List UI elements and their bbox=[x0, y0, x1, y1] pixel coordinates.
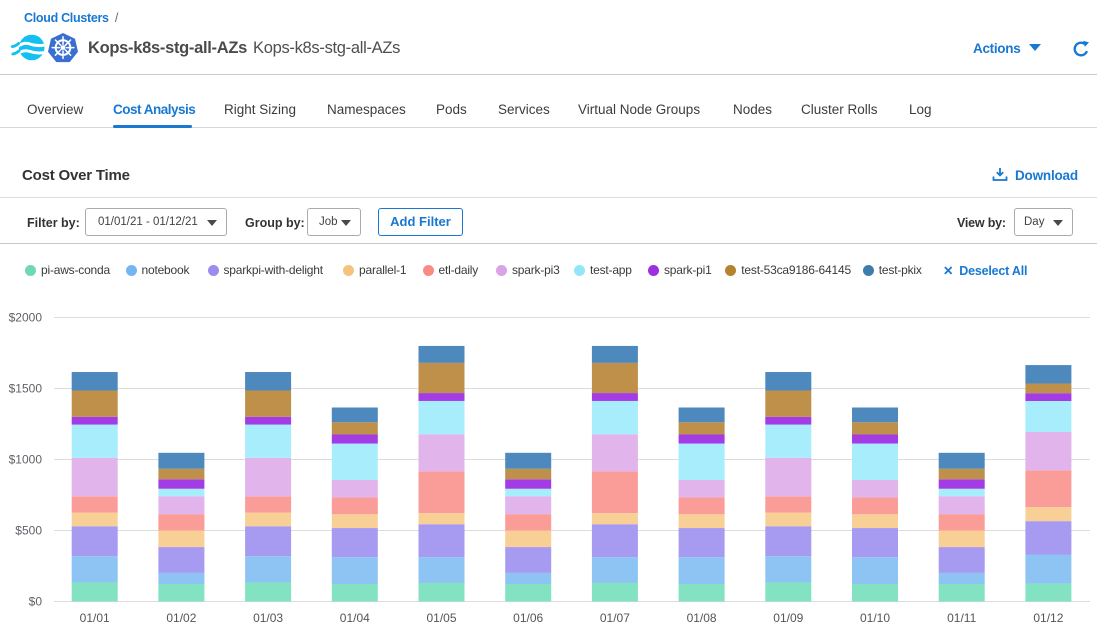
svg-text:01/10: 01/10 bbox=[860, 611, 890, 625]
svg-text:01/03: 01/03 bbox=[253, 611, 283, 625]
svg-text:01/08: 01/08 bbox=[687, 611, 717, 625]
svg-text:01/11: 01/11 bbox=[947, 611, 976, 625]
svg-text:$0: $0 bbox=[29, 595, 43, 609]
svg-text:$1500: $1500 bbox=[9, 382, 43, 396]
svg-text:01/05: 01/05 bbox=[426, 611, 456, 625]
svg-text:01/12: 01/12 bbox=[1033, 611, 1063, 625]
svg-text:$500: $500 bbox=[15, 524, 42, 538]
svg-text:01/07: 01/07 bbox=[600, 611, 630, 625]
svg-text:01/09: 01/09 bbox=[773, 611, 803, 625]
svg-text:01/02: 01/02 bbox=[166, 611, 196, 625]
svg-text:01/04: 01/04 bbox=[340, 611, 370, 625]
svg-text:01/01: 01/01 bbox=[80, 611, 110, 625]
svg-text:$2000: $2000 bbox=[9, 311, 43, 325]
svg-text:01/06: 01/06 bbox=[513, 611, 543, 625]
svg-text:$1000: $1000 bbox=[9, 453, 43, 467]
